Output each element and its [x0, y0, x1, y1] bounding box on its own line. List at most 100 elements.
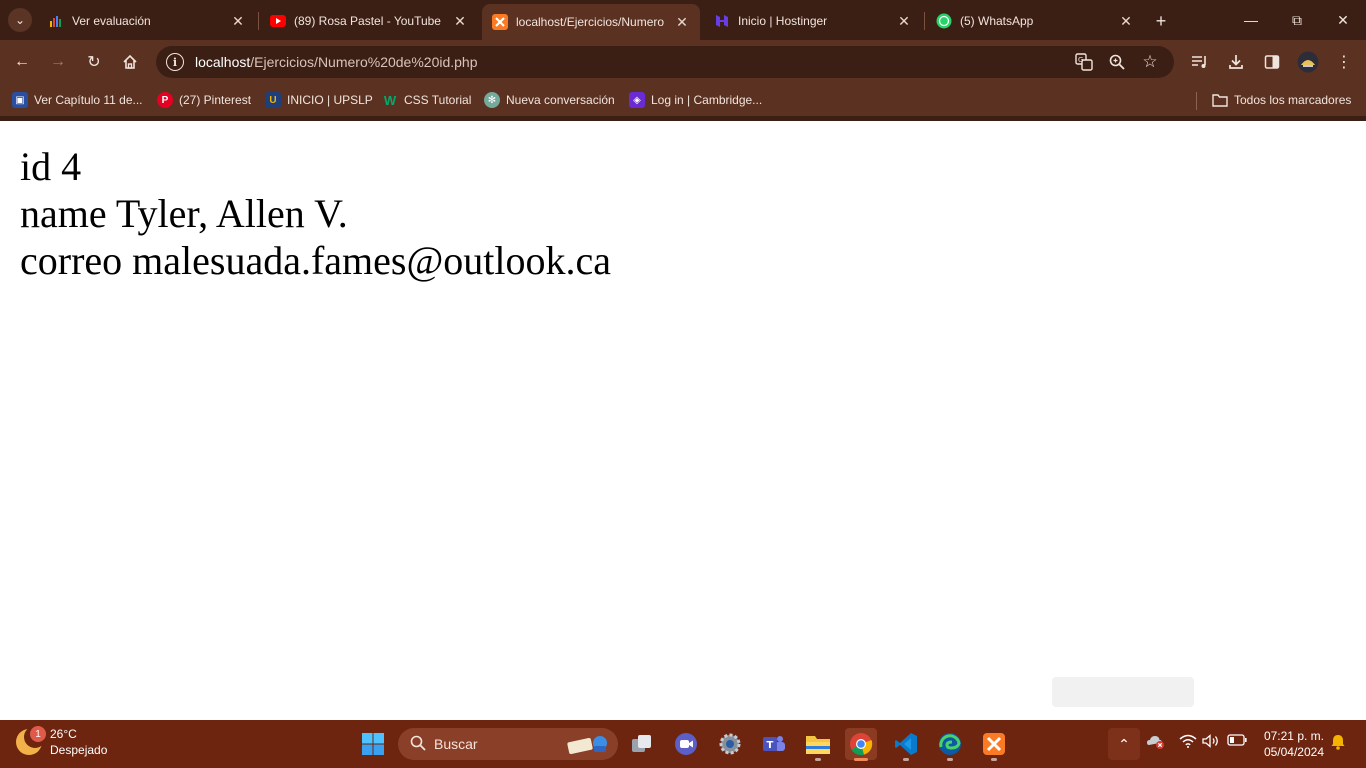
tab-search-chevron-icon[interactable]: ⌄ — [8, 8, 32, 32]
site-info-icon[interactable]: i — [166, 53, 184, 71]
tab-localhost-active[interactable]: localhost/Ejercicios/Numero ✕ — [482, 4, 700, 40]
faded-popup — [1052, 677, 1194, 707]
browser-toolbar: ← → ↻ i localhost/Ejercicios/Numero%20de… — [0, 40, 1366, 84]
tab-divider — [924, 12, 925, 30]
bookmark-star-icon[interactable]: ☆ — [1140, 52, 1160, 72]
tab-strip: ⌄ Ver evaluación ✕ (89) Rosa Pastel - Yo… — [0, 0, 1366, 40]
tab-title: Inicio | Hostinger — [738, 14, 828, 28]
search-highlight-icon — [566, 732, 610, 759]
translate-icon[interactable]: G — [1074, 52, 1094, 72]
xampp-taskbar-icon[interactable] — [978, 728, 1010, 761]
w3schools-icon: W — [383, 92, 397, 108]
taskbar-search[interactable]: Buscar — [398, 728, 618, 760]
close-tab-icon[interactable]: ✕ — [1116, 13, 1136, 30]
bookmarks-divider — [1196, 92, 1197, 110]
bookmark-item[interactable]: ✻ Nueva conversación — [484, 91, 615, 109]
profile-avatar-icon[interactable] — [1296, 50, 1320, 74]
restore-icon[interactable]: ⧉ — [1282, 8, 1312, 32]
hostinger-icon — [714, 13, 730, 29]
tab-youtube[interactable]: (89) Rosa Pastel - YouTube ✕ — [260, 6, 478, 36]
bookmark-label: CSS Tutorial — [404, 93, 472, 107]
xampp-icon — [492, 14, 508, 30]
bookmark-item[interactable]: W CSS Tutorial — [382, 91, 472, 109]
media-queue-icon[interactable] — [1188, 50, 1212, 74]
manga-site-icon: ▣ — [12, 92, 28, 108]
chrome-icon[interactable] — [845, 728, 877, 761]
home-icon[interactable] — [118, 50, 142, 74]
all-bookmarks-label: Todos los marcadores — [1234, 93, 1352, 107]
start-windows-icon[interactable] — [357, 728, 389, 760]
chatgpt-icon: ✻ — [484, 92, 500, 108]
record-name-line: name Tyler, Allen V. — [20, 191, 348, 236]
all-bookmarks-button[interactable]: Todos los marcadores — [1212, 91, 1351, 109]
bookmark-label: Log in | Cambridge... — [651, 93, 763, 107]
meet-video-icon[interactable] — [670, 728, 702, 760]
edge-icon[interactable] — [934, 728, 966, 761]
task-view-icon[interactable] — [626, 728, 658, 760]
bookmark-label: Nueva conversación — [506, 93, 615, 107]
bookmark-label: (27) Pinterest — [179, 93, 252, 107]
minimize-icon[interactable]: — — [1236, 8, 1266, 32]
tab-hostinger[interactable]: Inicio | Hostinger ✕ — [704, 6, 922, 36]
wifi-icon[interactable] — [1179, 734, 1197, 748]
bar-chart-icon — [48, 13, 64, 29]
windows-taskbar: 1 26°C Despejado Buscar T ⌃ 07:21 p. m. … — [0, 720, 1366, 768]
reload-icon[interactable]: ↻ — [82, 50, 106, 74]
bookmarks-bar: ▣ Ver Capítulo 11 de... P (27) Pinterest… — [0, 84, 1366, 116]
url-host: localhost — [195, 54, 251, 70]
close-tab-icon[interactable]: ✕ — [672, 14, 692, 31]
folder-icon — [1212, 92, 1228, 108]
tab-divider — [258, 12, 259, 30]
tab-ver-evaluacion[interactable]: Ver evaluación ✕ — [38, 6, 256, 36]
zoom-icon[interactable] — [1107, 52, 1127, 72]
cambridge-shield-icon: ◈ — [629, 92, 645, 108]
whatsapp-icon — [936, 13, 952, 29]
record-output: id 4 name Tyler, Allen V. correo malesua… — [20, 143, 611, 284]
teams-icon[interactable]: T — [758, 728, 790, 760]
notification-bell-icon[interactable] — [1330, 734, 1346, 750]
side-panel-icon[interactable] — [1260, 50, 1284, 74]
bookmark-item[interactable]: ▣ Ver Capítulo 11 de... — [12, 91, 143, 109]
clock-time: 07:21 p. m. — [1263, 729, 1324, 743]
tab-title: Ver evaluación — [72, 14, 151, 28]
kebab-menu-icon[interactable]: ⋮ — [1332, 50, 1356, 74]
system-clock[interactable]: 07:21 p. m. 05/04/2024 — [1258, 728, 1324, 760]
battery-icon[interactable] — [1227, 734, 1247, 746]
address-url[interactable]: localhost/Ejercicios/Numero%20de%20id.ph… — [195, 54, 478, 70]
bookmark-label: INICIO | UPSLP — [287, 93, 373, 107]
close-window-icon[interactable]: ✕ — [1328, 8, 1358, 32]
close-tab-icon[interactable]: ✕ — [228, 13, 248, 30]
record-email-line: correo malesuada.fames@outlook.ca — [20, 238, 612, 283]
tab-whatsapp[interactable]: (5) WhatsApp ✕ — [926, 6, 1144, 36]
svg-text:G: G — [1078, 56, 1083, 64]
bookmark-item[interactable]: U INICIO | UPSLP — [265, 91, 373, 109]
url-path: /Ejercicios/Numero%20de%20id.php — [250, 54, 478, 70]
search-icon — [410, 735, 426, 754]
close-tab-icon[interactable]: ✕ — [450, 13, 470, 30]
bookmark-item[interactable]: P (27) Pinterest — [157, 91, 251, 109]
youtube-icon — [270, 13, 286, 29]
weather-badge: 1 — [30, 726, 46, 742]
svg-text:T: T — [767, 740, 774, 751]
bookmark-item[interactable]: ◈ Log in | Cambridge... — [629, 91, 762, 109]
file-explorer-folder-icon[interactable] — [802, 728, 834, 761]
onedrive-error-icon[interactable] — [1146, 734, 1166, 750]
back-arrow-icon[interactable]: ← — [10, 50, 34, 74]
clock-date: 05/04/2024 — [1263, 745, 1324, 759]
volume-icon[interactable] — [1202, 734, 1220, 748]
download-icon[interactable] — [1224, 50, 1248, 74]
weather-desc: Despejado — [50, 743, 108, 757]
new-tab-plus-icon[interactable]: + — [1150, 10, 1172, 32]
settings-gear-icon[interactable] — [714, 728, 746, 760]
address-bar[interactable]: i localhost/Ejercicios/Numero%20de%20id.… — [156, 46, 1174, 78]
search-label: Buscar — [434, 736, 478, 752]
pinterest-icon: P — [157, 92, 173, 108]
tab-title: (5) WhatsApp — [960, 14, 1034, 28]
close-tab-icon[interactable]: ✕ — [894, 13, 914, 30]
vscode-icon[interactable] — [890, 728, 922, 761]
upslp-icon: U — [265, 92, 281, 108]
bookmark-label: Ver Capítulo 11 de... — [34, 93, 143, 107]
show-hidden-icons-chevron[interactable]: ⌃ — [1108, 728, 1140, 760]
weather-temp: 26°C — [50, 727, 77, 741]
forward-arrow-icon[interactable]: → — [46, 50, 70, 74]
